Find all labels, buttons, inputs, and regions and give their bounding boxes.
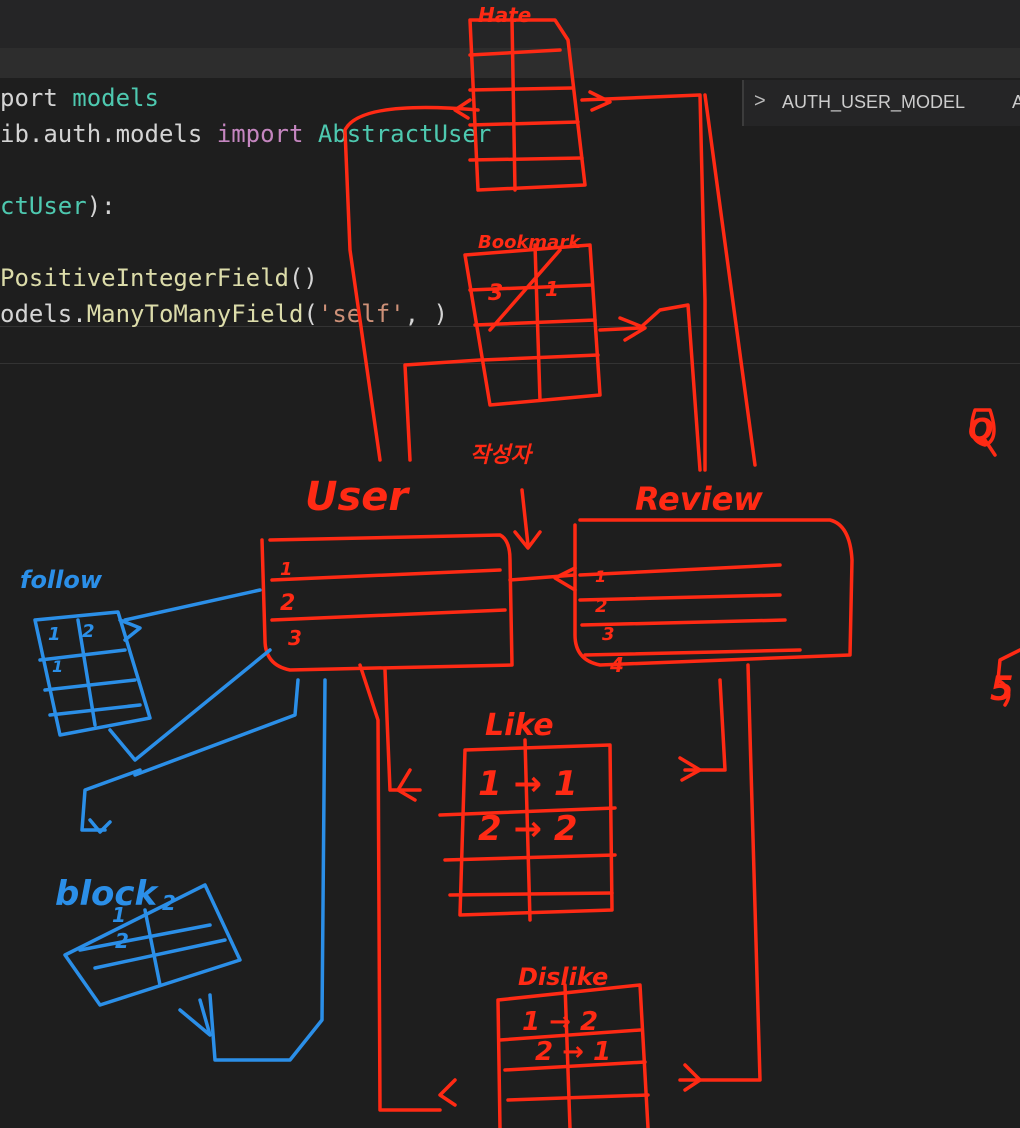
- red-ink-strokes: [260, 18, 1020, 1128]
- hate-table: [468, 18, 587, 192]
- bookmark-left-line: [403, 358, 482, 462]
- dislike-label: Dislike: [518, 963, 608, 991]
- hate-label: Hate: [478, 3, 531, 27]
- like-row-1: 1 → 1: [478, 764, 577, 804]
- user-rows: [270, 568, 507, 622]
- bookmark-cell-a: 3: [488, 281, 503, 306]
- block-label: block: [55, 874, 160, 914]
- author-arrow-line: [520, 488, 530, 547]
- user-review-link: [508, 573, 577, 582]
- hate-right-line: [580, 93, 707, 472]
- review-row-3: 3: [602, 624, 615, 645]
- author-label: 작성자: [470, 443, 533, 468]
- review-row-1: 1: [595, 567, 606, 586]
- like-label: Like: [485, 708, 554, 743]
- bookmark-cell-b: 1: [545, 277, 559, 301]
- hate-left-line: [343, 105, 480, 462]
- dislike-row-2: 2 → 1: [535, 1037, 611, 1067]
- review-label: Review: [635, 480, 763, 518]
- user-review-arrow: [553, 566, 577, 592]
- block-divider: [143, 908, 162, 987]
- dislike-row-1: 1 → 2: [522, 1007, 598, 1037]
- like-row-2: 2 → 2: [478, 809, 577, 849]
- follow-cell-1: 1: [48, 624, 61, 645]
- user-row-3: 3: [288, 626, 302, 650]
- follow-label: follow: [20, 566, 103, 594]
- dislike-right-arrow: [683, 1063, 702, 1092]
- bookmark-divider: [533, 243, 542, 402]
- user-row-2: 2: [280, 591, 295, 616]
- user-to-dislike-line: [358, 663, 442, 1112]
- review-row-4: 4: [609, 653, 624, 677]
- like-left-arrow: [396, 768, 417, 802]
- user-to-like-line: [383, 668, 422, 792]
- follow-cell-2: 2: [82, 621, 95, 642]
- bookmark-right-line: [598, 303, 702, 472]
- user-row-1: 1: [280, 559, 293, 580]
- handwritten-diagram: Hate Bookmark 작성자 User Review Like Disli…: [20, 3, 1020, 1128]
- q-label: Q: [968, 413, 994, 448]
- follow-cell-3: 1: [52, 657, 63, 676]
- hate-divider: [510, 18, 517, 192]
- bookmark-label: Bookmark: [478, 232, 581, 253]
- five-label: 5: [990, 669, 1014, 709]
- block-cell-1: 1: [112, 903, 126, 927]
- outer-right-line: [703, 93, 757, 467]
- review-to-dislike-line: [678, 663, 762, 1082]
- user-label: User: [305, 474, 410, 520]
- block-cell-3: 2: [115, 929, 129, 953]
- follow-link: [123, 588, 262, 622]
- blue-ink-strokes: [33, 588, 327, 1062]
- review-row-2: 2: [595, 596, 608, 617]
- dislike-left-arrow: [438, 1078, 457, 1107]
- block-arrow: [178, 998, 212, 1037]
- review-box: [573, 518, 854, 667]
- block-cell-2: 2: [162, 891, 176, 915]
- hate-rows: [468, 48, 584, 162]
- review-to-like-line: [683, 678, 727, 772]
- block-to-user-line: [208, 678, 327, 1062]
